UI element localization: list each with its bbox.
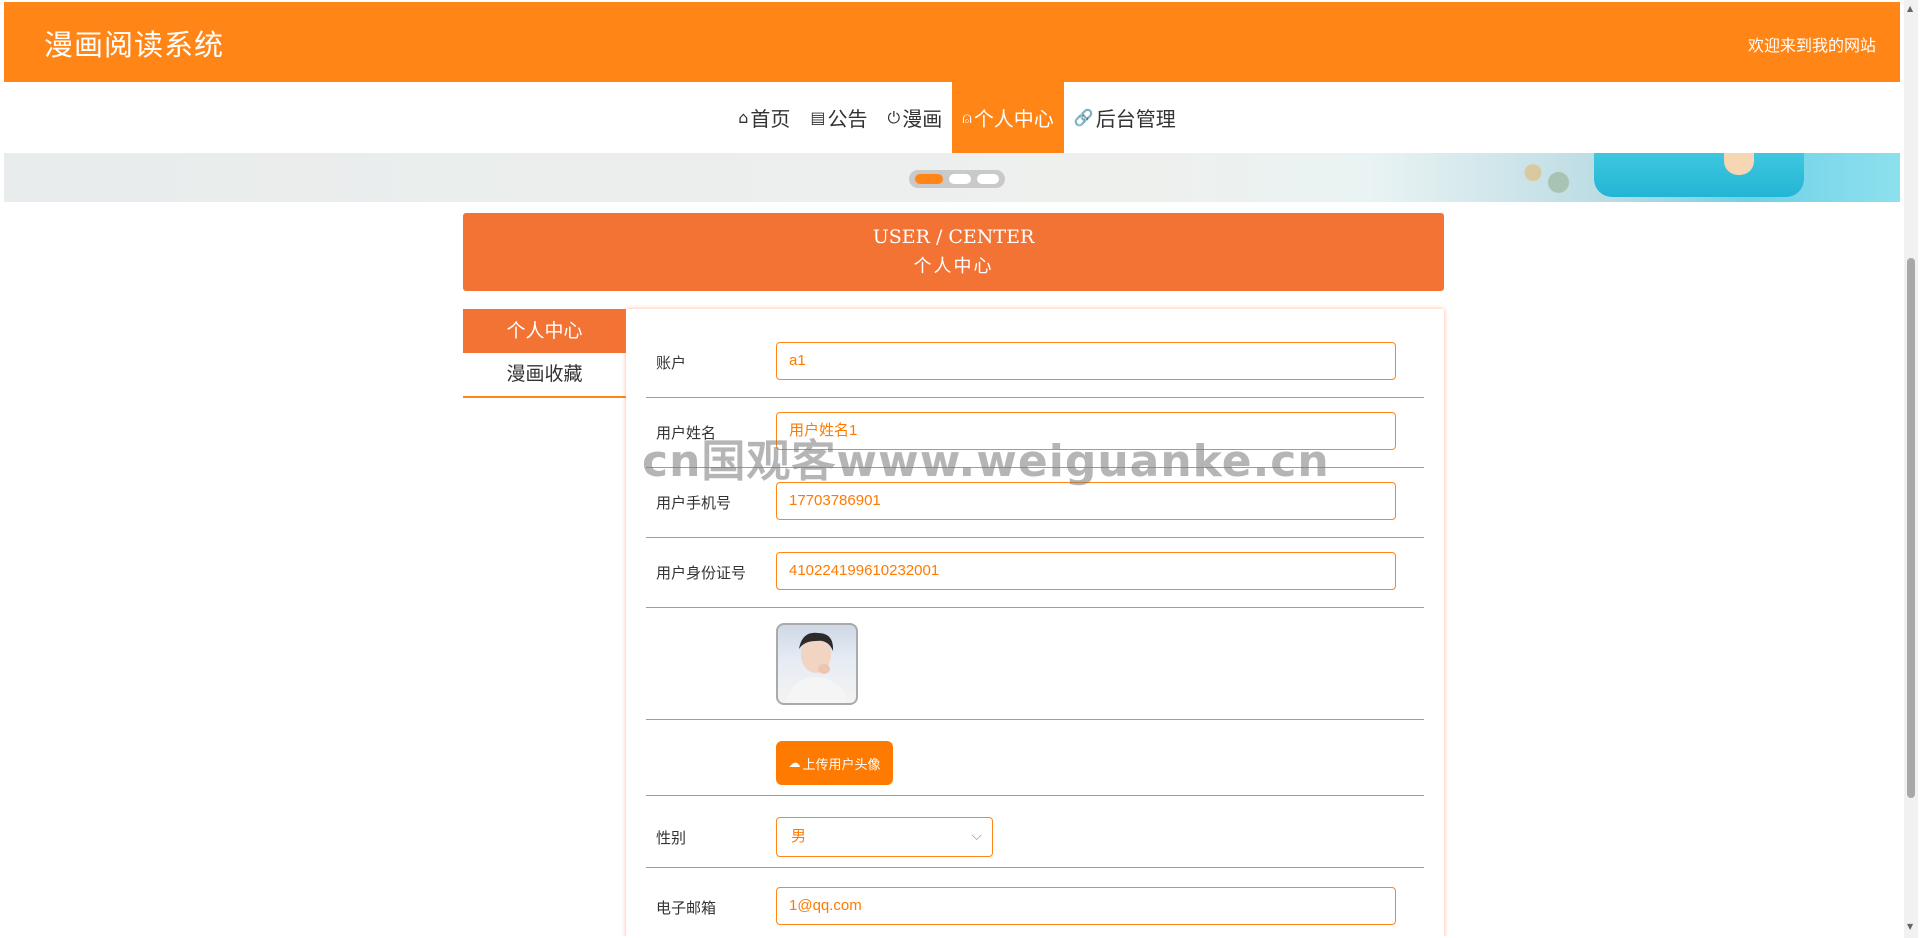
email-label: 电子邮箱 <box>656 899 717 917</box>
home-icon: ⌂ <box>738 108 749 127</box>
section-title-en: USER / CENTER <box>872 226 1035 248</box>
side-item-user-center[interactable]: 个人中心 <box>463 309 626 353</box>
carousel-indicators <box>909 170 1005 188</box>
nav-item-user-center[interactable]: ⍝ 个人中心 <box>952 82 1064 153</box>
email-input[interactable]: 1@qq.com <box>776 887 1396 925</box>
carousel-dot-3[interactable] <box>977 174 999 184</box>
page-frame: 漫画阅读系统 欢迎来到我的网站 ⌂ 首页 ▤ 公告 ⏻ 漫画 ⍝ 个人中心 🔗 <box>4 2 1900 936</box>
nav-item-home[interactable]: ⌂ 首页 <box>728 82 800 153</box>
upload-avatar-label: 上传用户头像 <box>802 757 881 773</box>
nav-item-admin[interactable]: 🔗 后台管理 <box>1064 82 1186 153</box>
nav-item-label: 个人中心 <box>973 107 1054 131</box>
avatar-portrait-icon <box>786 632 848 703</box>
nav-item-label: 首页 <box>750 107 791 131</box>
form-row-gender: 性别 男 ⌵ <box>646 797 1424 868</box>
avatar <box>776 623 858 705</box>
upload-avatar-button[interactable]: ☁ 上传用户头像 <box>776 741 893 785</box>
welcome-text: 欢迎来到我的网站 <box>1747 36 1876 55</box>
main-nav: ⌂ 首页 ▤ 公告 ⏻ 漫画 ⍝ 个人中心 🔗 后台管理 <box>4 82 1900 153</box>
header-bar: 漫画阅读系统 欢迎来到我的网站 <box>4 2 1900 82</box>
account-label: 账户 <box>656 354 687 372</box>
gender-label: 性别 <box>656 829 687 847</box>
section-title-cn: 个人中心 <box>913 256 994 277</box>
side-menu: 个人中心 漫画收藏 <box>463 309 626 398</box>
form-row-id-card: 用户身份证号 410224199610232001 <box>646 539 1424 608</box>
banner-image <box>1594 153 1804 197</box>
user-icon: ⍝ <box>962 107 972 127</box>
id-card-input[interactable]: 410224199610232001 <box>776 552 1396 590</box>
nav-item-label: 后台管理 <box>1095 107 1176 131</box>
form-row-avatar <box>646 609 1424 720</box>
phone-label: 用户手机号 <box>656 494 732 512</box>
banner-decoration <box>1499 153 1584 202</box>
app-title: 漫画阅读系统 <box>44 28 225 62</box>
side-item-favorites[interactable]: 漫画收藏 <box>463 353 626 398</box>
form-row-account: 账户 a1 <box>646 329 1424 398</box>
notice-icon: ▤ <box>810 108 826 127</box>
scrollbar-thumb[interactable] <box>1907 258 1915 798</box>
watermark: cn国观客www.weiguanke.cn <box>642 436 1330 487</box>
profile-form: 账户 a1 用户姓名 用户姓名1 用户手机号 17703786901 用户身份证… <box>626 309 1444 936</box>
link-icon: 🔗 <box>1073 108 1094 127</box>
form-row-upload: ☁ 上传用户头像 <box>646 721 1424 796</box>
gender-select[interactable]: 男 ⌵ <box>776 817 993 857</box>
scroll-down-icon[interactable]: ▼ <box>1907 922 1913 931</box>
form-row-email: 电子邮箱 1@qq.com <box>646 869 1424 936</box>
power-icon: ⏻ <box>887 107 901 127</box>
nav-item-announcement[interactable]: ▤ 公告 <box>800 82 877 153</box>
nav-item-comics[interactable]: ⏻ 漫画 <box>878 82 953 153</box>
section-header: USER / CENTER 个人中心 <box>463 213 1444 291</box>
id-card-label: 用户身份证号 <box>656 564 747 582</box>
carousel-dot-1[interactable] <box>915 174 943 184</box>
nav-item-label: 漫画 <box>902 107 943 131</box>
nav-bar: ⌂ 首页 ▤ 公告 ⏻ 漫画 ⍝ 个人中心 🔗 后台管理 <box>4 82 1900 153</box>
carousel-dot-2[interactable] <box>949 174 971 184</box>
page-scrollbar[interactable]: ▲ ▼ <box>1904 0 1918 938</box>
gender-value: 男 <box>791 827 807 845</box>
cloud-upload-icon: ☁ <box>788 756 801 770</box>
account-input[interactable]: a1 <box>776 342 1396 380</box>
scroll-up-icon[interactable]: ▲ <box>1907 4 1913 13</box>
chevron-down-icon: ⌵ <box>971 828 982 844</box>
nav-item-label: 公告 <box>827 107 868 131</box>
